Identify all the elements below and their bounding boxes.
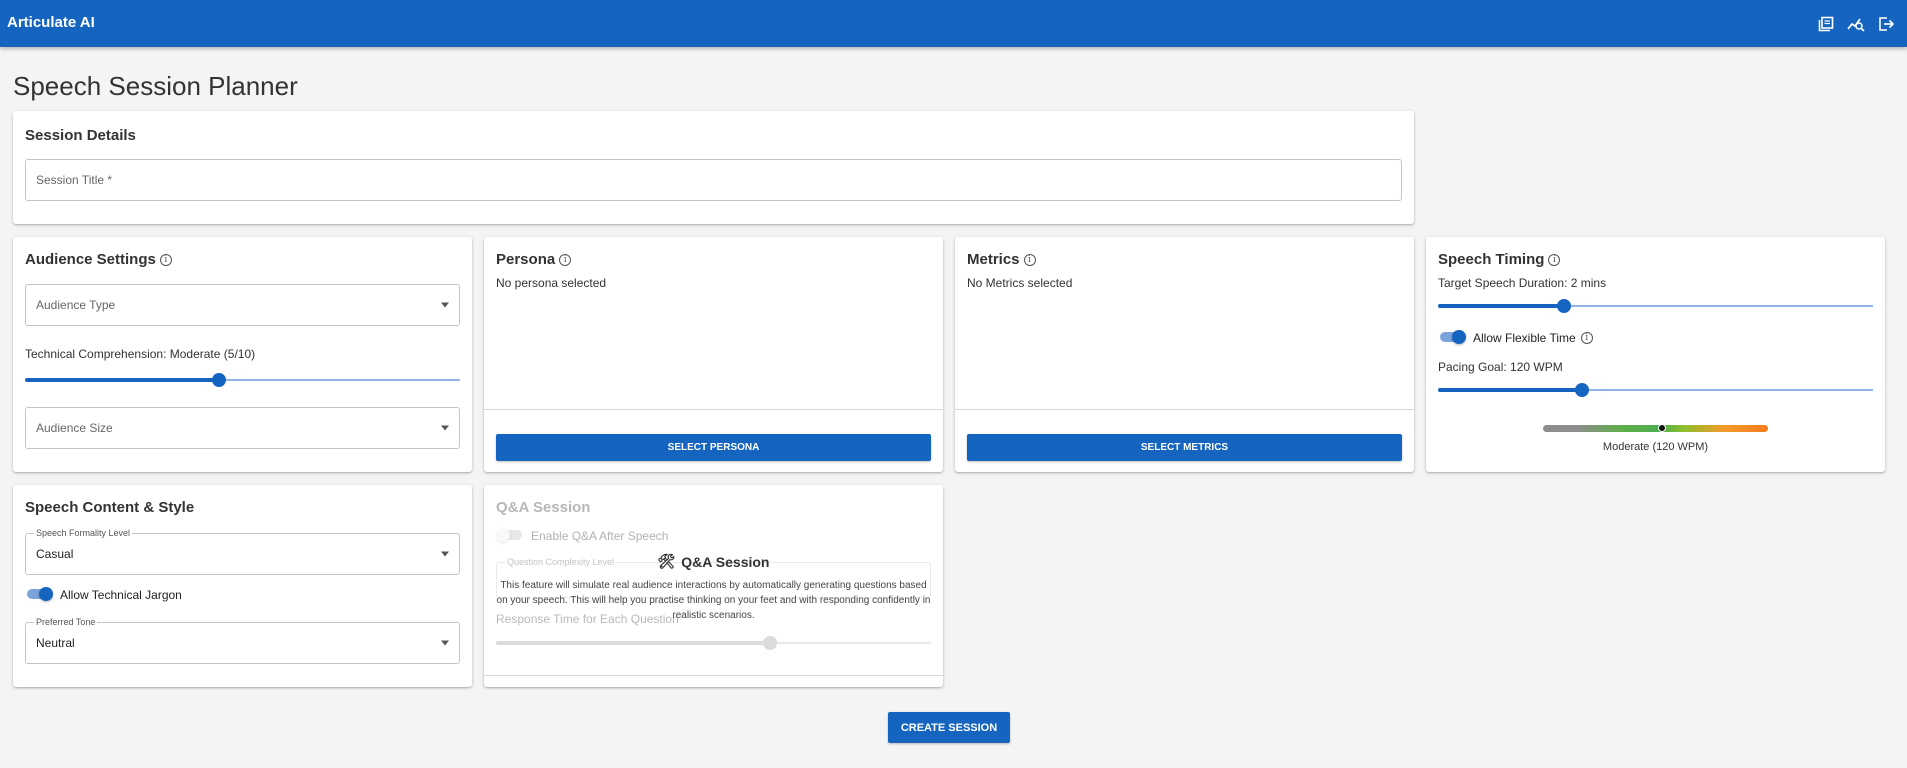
formality-select[interactable]: Speech Formality Level Casual xyxy=(25,528,460,575)
formality-legend: Speech Formality Level xyxy=(34,528,133,538)
content-style-card: Speech Content & Style Speech Formality … xyxy=(13,485,472,687)
slider-thumb[interactable] xyxy=(211,373,226,387)
slider-track xyxy=(496,641,771,645)
metrics-status: No Metrics selected xyxy=(967,276,1073,290)
target-duration-slider[interactable] xyxy=(1438,299,1873,313)
speech-timing-title: Speech Timing i xyxy=(1438,251,1561,268)
pace-caption: Moderate (120 WPM) xyxy=(1602,441,1709,453)
metrics-title: Metrics i xyxy=(967,251,1036,268)
info-icon[interactable]: i xyxy=(1548,253,1561,266)
header-actions xyxy=(1815,13,1897,35)
audience-type-placeholder: Audience Type xyxy=(36,298,116,312)
tech-comprehension-label: Technical Comprehension: Moderate (5/10) xyxy=(25,347,256,361)
info-icon[interactable]: i xyxy=(1580,332,1593,344)
slider-thumb[interactable] xyxy=(1574,383,1589,397)
enable-qa-label: Enable Q&A After Speech xyxy=(531,529,669,543)
slider-track xyxy=(1438,388,1582,392)
info-icon[interactable]: i xyxy=(559,253,572,266)
toggle-thumb xyxy=(496,528,510,542)
select-metrics-button[interactable]: Select Metrics xyxy=(967,434,1402,461)
select-persona-button[interactable]: Select Persona xyxy=(496,434,931,461)
chevron-down-icon xyxy=(441,302,449,308)
audience-settings-title: Audience Settings i xyxy=(25,251,172,268)
library-icon[interactable] xyxy=(1815,13,1837,35)
session-title-placeholder: Session Title * xyxy=(36,173,113,187)
technical-jargon-toggle[interactable] xyxy=(25,587,53,601)
flexible-time-label: Allow Flexible Time i xyxy=(1473,331,1593,345)
app-title[interactable]: Articulate AI xyxy=(7,14,95,31)
create-session-button[interactable]: Create Session xyxy=(888,712,1010,743)
formality-value: Casual xyxy=(36,547,74,561)
analytics-icon[interactable] xyxy=(1845,13,1867,35)
qa-overlay-description: This feature will simulate real audience… xyxy=(496,580,931,621)
enable-qa-toggle[interactable] xyxy=(496,528,524,542)
technical-jargon-label: Allow Technical Jargon xyxy=(60,588,182,602)
audience-type-select[interactable]: Audience Type xyxy=(25,284,460,326)
tech-comprehension-slider[interactable] xyxy=(25,373,460,387)
flexible-time-toggle[interactable] xyxy=(1438,330,1466,344)
session-details-card: Session Details Session Title * xyxy=(13,111,1414,224)
divider xyxy=(955,409,1414,410)
divider xyxy=(484,409,943,410)
qa-title: Q&A Session xyxy=(496,499,591,516)
info-icon[interactable]: i xyxy=(1023,253,1036,266)
chevron-down-icon xyxy=(441,551,449,557)
session-details-title: Session Details xyxy=(25,127,136,144)
tone-value: Neutral xyxy=(36,636,75,650)
slider-thumb[interactable] xyxy=(1557,299,1572,313)
pacing-goal-slider[interactable] xyxy=(1438,383,1873,397)
slider-thumb[interactable] xyxy=(763,636,778,650)
speech-timing-card: Speech Timing i Target Speech Duration: … xyxy=(1426,237,1885,472)
response-time-slider[interactable] xyxy=(496,636,931,650)
content-style-title: Speech Content & Style xyxy=(25,499,195,516)
qa-session-card: Q&A Session Enable Q&A After Speech Ques… xyxy=(484,485,943,687)
chevron-down-icon xyxy=(441,640,449,646)
tone-select[interactable]: Preferred Tone Neutral xyxy=(25,617,460,664)
audience-size-placeholder: Audience Size xyxy=(36,421,113,435)
divider xyxy=(484,675,943,676)
pacing-goal-label: Pacing Goal: 120 WPM xyxy=(1438,360,1563,374)
audience-size-select[interactable]: Audience Size xyxy=(25,407,460,449)
page-title: Speech Session Planner xyxy=(13,71,298,101)
slider-track xyxy=(25,378,219,382)
toggle-thumb xyxy=(1452,330,1466,344)
info-icon[interactable]: i xyxy=(159,253,172,266)
pace-indicator-bar xyxy=(1543,425,1768,432)
chevron-down-icon xyxy=(441,425,449,431)
audience-settings-card: Audience Settings i Audience Type Techni… xyxy=(13,237,472,472)
persona-title: Persona i xyxy=(496,251,572,268)
app-bar: Articulate AI xyxy=(0,0,1907,47)
persona-card: Persona i No persona selected Select Per… xyxy=(484,237,943,472)
slider-track xyxy=(1438,304,1565,308)
persona-status: No persona selected xyxy=(496,276,607,290)
metrics-card: Metrics i No Metrics selected Select Met… xyxy=(955,237,1414,472)
logout-icon[interactable] xyxy=(1875,13,1897,35)
target-duration-label: Target Speech Duration: 2 mins xyxy=(1438,276,1607,290)
qa-overlay-title: 🛠 Q&A Session xyxy=(657,553,770,570)
toggle-thumb xyxy=(39,587,53,601)
tools-icon: 🛠 xyxy=(657,553,676,569)
session-title-input[interactable]: Session Title * xyxy=(25,159,1402,201)
tone-legend: Preferred Tone xyxy=(34,617,98,627)
